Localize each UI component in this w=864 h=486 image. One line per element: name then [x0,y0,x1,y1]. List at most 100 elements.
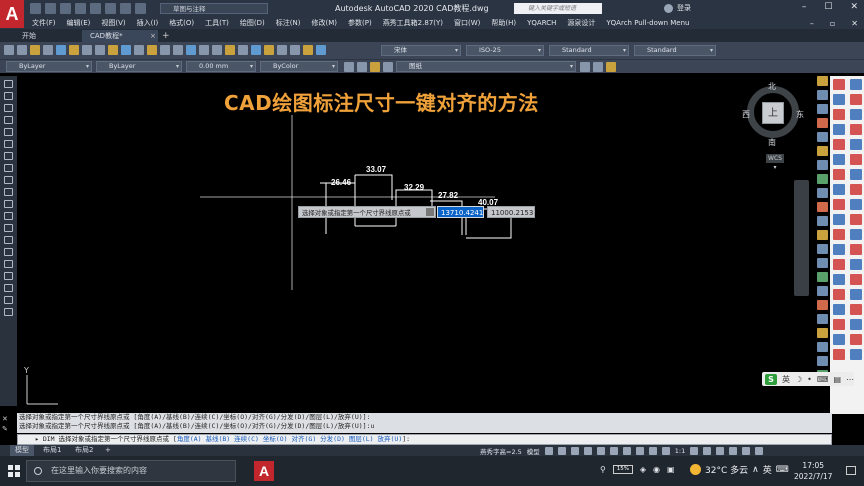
ime-menu-icon[interactable]: ▤ [833,375,841,384]
isolate-objects-icon[interactable] [716,447,725,455]
tool-icon[interactable] [817,146,828,156]
tool-icon[interactable] [850,199,862,210]
tool-icon[interactable] [850,124,862,135]
compass-west[interactable]: 西 [742,109,750,120]
selection-cycling-icon[interactable] [648,447,657,455]
osnap-icon[interactable] [596,447,605,455]
tab-model[interactable]: 模型 [10,445,34,456]
compass-north[interactable]: 北 [768,81,776,92]
taskbar-lang-label[interactable]: 英 [763,463,772,476]
ime-icon[interactable]: ⌨ [776,465,789,475]
tool-icon[interactable] [817,230,828,240]
navigation-bar[interactable] [794,180,809,296]
tool-icon[interactable] [833,94,845,105]
customization-icon[interactable] [755,447,764,455]
ime-dot-icon[interactable]: • [807,375,812,384]
tool-icon[interactable] [817,174,828,184]
command-input[interactable]: ▸ DIM 选择对象或指定第一个尺寸界线原点或 [角度(A) 基线(B) 连续(… [17,434,832,445]
otrack-icon[interactable] [609,447,618,455]
tool-icon[interactable] [833,349,845,360]
tool-icon[interactable] [850,139,862,150]
taskbar-clock[interactable]: 17:05 2022/7/17 [794,460,832,482]
tool-icon[interactable] [817,328,828,338]
battery-icon[interactable]: 15% [612,465,633,474]
option-angle[interactable]: 角度(A) [177,435,202,443]
tool-icon[interactable] [833,289,845,300]
taskbar-search-input[interactable]: 在这里输入你要搜索的内容 [26,460,236,482]
tool-icon[interactable] [833,154,845,165]
tool-icon[interactable] [850,244,862,255]
snap-icon[interactable] [557,447,566,455]
tool-icon[interactable] [850,259,862,270]
tool-icon[interactable] [850,109,862,120]
tool-icon[interactable] [850,334,862,345]
tool-icon[interactable] [850,169,862,180]
tool-icon[interactable] [817,272,828,282]
tool-icon[interactable] [850,154,862,165]
ime-toolbar[interactable]: S 英 ☽ • ⌨ ▤ ⋯ [762,372,854,386]
text-height-label[interactable]: 燕秀字高=2.5 [480,446,522,456]
tool-icon[interactable] [817,104,828,114]
tool-icon[interactable] [833,79,845,90]
tool-icon[interactable] [850,79,862,90]
tool-icon[interactable] [817,216,828,226]
annotation-scale-label[interactable]: 1:1 [675,447,685,455]
hardware-acceleration-icon[interactable] [729,447,738,455]
option-ordinate[interactable]: 坐标(O) [263,435,288,443]
annotation-monitor-icon[interactable] [703,447,712,455]
tool-icon[interactable] [817,188,828,198]
grid-icon[interactable] [544,447,553,455]
autocad-logo-icon[interactable]: A [0,0,24,28]
tool-icon[interactable] [833,214,845,225]
tool-icon[interactable] [817,132,828,142]
tool-icon[interactable] [833,124,845,135]
tool-icon[interactable] [833,139,845,150]
clean-screen-icon[interactable] [742,447,751,455]
wcs-menu[interactable]: WCS ▾ [766,154,784,171]
windows-start-icon[interactable] [8,465,20,477]
ime-moon-icon[interactable]: ☽ [795,375,802,384]
autocad-taskbar-icon[interactable]: A [254,461,274,481]
sogou-ime-icon[interactable]: S [765,373,777,385]
tool-icon[interactable] [817,202,828,212]
tool-icon[interactable] [817,342,828,352]
ime-more-icon[interactable]: ⋯ [846,375,854,384]
tool-icon[interactable] [817,90,828,100]
usb-icon[interactable]: ⚲ [600,465,606,474]
polar-icon[interactable] [583,447,592,455]
tool-icon[interactable] [833,259,845,270]
tool-icon[interactable] [817,314,828,324]
option-continue[interactable]: 连续(C) [234,435,259,443]
compass-east[interactable]: 东 [796,109,804,120]
option-align[interactable]: 对齐(G) [292,435,317,443]
tool-icon[interactable] [850,94,862,105]
tool-icon[interactable] [817,286,828,296]
tool-icon[interactable] [817,300,828,310]
tool-icon[interactable] [833,199,845,210]
tool-icon[interactable] [833,319,845,330]
tool-icon[interactable] [850,319,862,330]
tab-layout2[interactable]: 布局2 [70,445,98,456]
tool-icon[interactable] [817,258,828,268]
tool-icon[interactable] [817,118,828,128]
ime-keyboard-icon[interactable]: ⌨ [817,375,829,384]
tool-icon[interactable] [833,109,845,120]
tool-icon[interactable] [833,304,845,315]
tool-icon[interactable] [833,184,845,195]
tool-icon[interactable] [850,304,862,315]
weather-widget[interactable]: 32°C 多云 ∧ 英 ⌨ [690,463,789,476]
transparency-icon[interactable] [635,447,644,455]
tool-icon[interactable] [850,229,862,240]
tool-icon[interactable] [850,214,862,225]
lineweight-icon[interactable] [622,447,631,455]
compass-south[interactable]: 南 [768,137,776,148]
tool-icon[interactable] [833,274,845,285]
notification-icon[interactable] [846,466,856,475]
tool-icon[interactable] [833,169,845,180]
workspace-switch-icon[interactable] [690,447,699,455]
option-baseline[interactable]: 基线(B) [205,435,230,443]
tool-icon[interactable] [850,349,862,360]
viewcube-top-face[interactable]: 上 [762,102,784,124]
tool-icon[interactable] [850,184,862,195]
option-layer[interactable]: 图层(L) [349,435,374,443]
